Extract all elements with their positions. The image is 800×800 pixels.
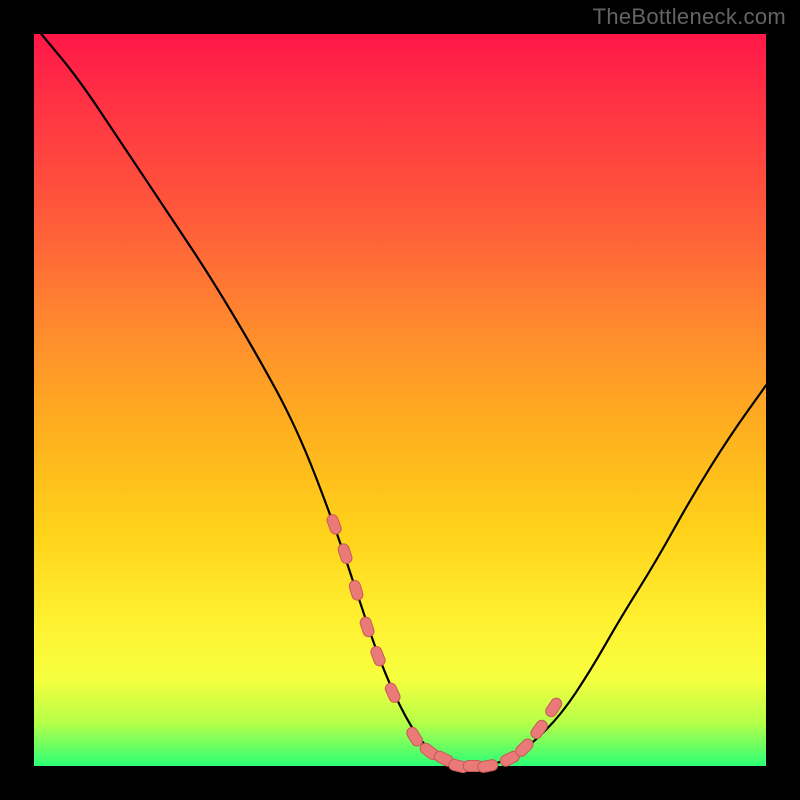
highlight-dot xyxy=(337,542,354,564)
highlight-dot xyxy=(529,718,550,741)
highlight-dots xyxy=(325,513,563,774)
highlight-dot xyxy=(544,696,564,719)
bottleneck-curve xyxy=(41,34,766,766)
watermark-text: TheBottleneck.com xyxy=(593,4,786,30)
plot-area xyxy=(34,34,766,766)
highlight-dot xyxy=(384,681,402,704)
highlight-dot xyxy=(369,645,387,668)
highlight-dot xyxy=(325,513,342,536)
highlight-dot xyxy=(359,616,376,638)
highlight-dot xyxy=(348,579,364,601)
chart-frame: TheBottleneck.com xyxy=(0,0,800,800)
chart-svg xyxy=(34,34,766,766)
